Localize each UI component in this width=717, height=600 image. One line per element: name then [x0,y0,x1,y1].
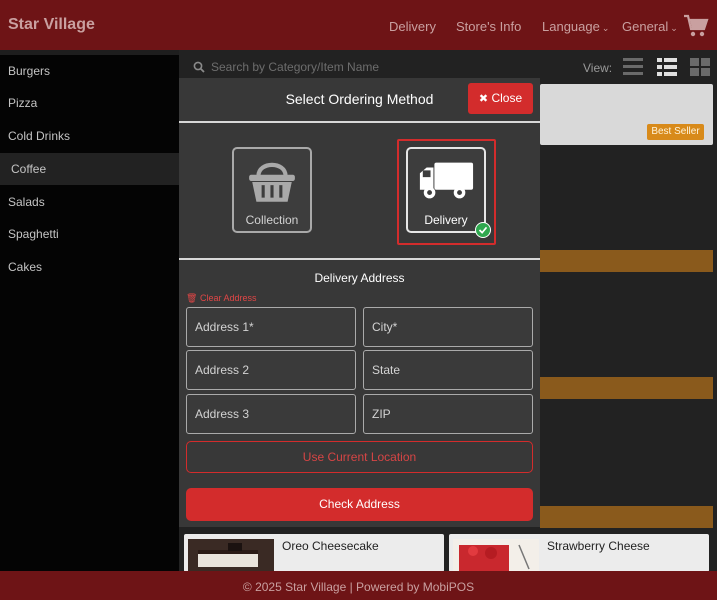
nav-language-label: Language [542,19,600,34]
sidebar-item-cakes[interactable]: Cakes [0,251,179,283]
collection-method-button[interactable]: Collection [232,147,312,233]
nav-language[interactable]: Language ⌄ [542,19,609,34]
address1-field[interactable]: Address 1* [186,307,356,347]
top-nav-bar: Star Village Delivery Store's Info Langu… [0,0,717,50]
chevron-down-icon: ⌄ [601,23,610,33]
grid-view-icon[interactable] [689,56,711,78]
item-thumbnail [453,539,539,572]
collection-label: Collection [245,213,299,227]
close-button[interactable]: ✖ Close [468,83,533,114]
item-title: Strawberry Cheese [547,539,650,553]
check-address-button[interactable]: Check Address [186,488,533,521]
use-current-location-button[interactable]: Use Current Location [186,441,533,473]
list-view-icon[interactable] [622,56,644,78]
delivery-address-heading: Delivery Address [314,271,405,285]
close-button-label: Close [491,91,523,105]
sidebar-item-burgers[interactable]: Burgers [0,55,179,87]
nav-delivery[interactable]: Delivery [389,19,436,34]
divider [179,258,540,260]
search-icon [193,61,205,73]
category-header-bar [540,506,713,528]
address2-field[interactable]: Address 2 [186,350,356,390]
sidebar-item-spaghetti[interactable]: Spaghetti [0,218,179,250]
address3-field[interactable]: Address 3 [186,394,356,434]
sidebar-item-cold-drinks[interactable]: Cold Drinks [0,120,179,152]
category-sidebar: Burgers Pizza Cold Drinks Coffee Salads … [0,55,179,571]
footer-text: © 2025 Star Village | Powered by MobiPOS [0,571,717,600]
chevron-down-icon: ⌄ [670,23,678,33]
zip-field[interactable]: ZIP [363,394,533,434]
category-header-bar [540,250,713,272]
check-icon [475,222,491,238]
ordering-method-modal: Select Ordering Method ✖ Close Collectio… [179,78,540,527]
nav-general-label: General [622,19,669,34]
brand-title[interactable]: Star Village [8,16,95,34]
city-field[interactable]: City* [363,307,533,347]
sidebar-item-pizza[interactable]: Pizza [0,87,179,119]
item-thumbnail [188,539,274,572]
trash-icon: 🗑 [186,293,198,303]
truck-icon [419,162,474,199]
sidebar-item-salads[interactable]: Salads [0,186,179,218]
delivery-method-button[interactable]: Delivery [406,147,486,233]
detail-list-view-icon[interactable] [656,56,678,78]
menu-item-card[interactable]: Oreo Cheesecake [184,534,444,572]
nav-store-info[interactable]: Store's Info [456,19,521,34]
basket-icon [249,162,295,202]
best-seller-badge: Best Seller [647,124,704,140]
clear-address-link[interactable]: 🗑 Clear Address [186,293,256,304]
state-field[interactable]: State [363,350,533,390]
delivery-label: Delivery [424,213,468,227]
category-header-bar [540,377,713,399]
sidebar-item-coffee[interactable]: Coffee [0,153,179,185]
menu-item-card[interactable]: Strawberry Cheese [449,534,709,572]
divider [179,121,540,123]
cart-icon[interactable] [683,14,709,38]
clear-address-label: Clear Address [199,293,257,303]
nav-general[interactable]: General ⌄ [622,19,678,34]
view-label: View: [583,61,613,75]
close-icon: ✖ [478,93,489,105]
item-title: Oreo Cheesecake [282,539,379,553]
search-input[interactable]: Search by Category/Item Name [211,60,379,74]
